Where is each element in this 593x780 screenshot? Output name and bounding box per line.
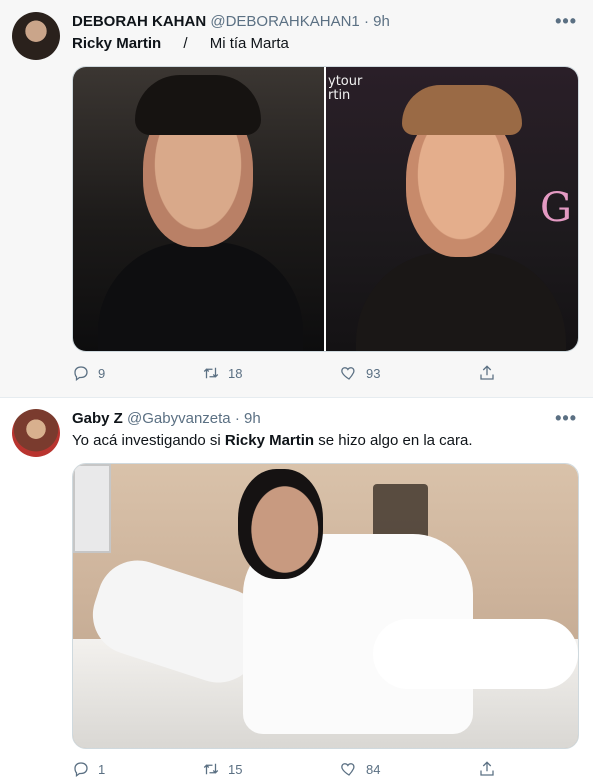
tweet-actions: 9 18 93 xyxy=(72,364,577,384)
retweet-count: 18 xyxy=(228,365,243,381)
tweet-media[interactable] xyxy=(72,463,579,749)
tweet-text-separator: / xyxy=(183,35,188,52)
handle[interactable]: @Gabyvanzeta xyxy=(127,410,231,427)
media-image-left[interactable] xyxy=(73,67,324,351)
share-icon xyxy=(480,761,494,776)
display-name[interactable]: DEBORAH KAHAN xyxy=(72,13,206,30)
tweet-header: DEBORAH KAHAN @DEBORAHKAHAN1 · 9h xyxy=(72,12,390,32)
like-icon xyxy=(341,763,355,776)
media-image[interactable] xyxy=(73,464,578,748)
timestamp[interactable]: 9h xyxy=(373,13,390,30)
avatar[interactable] xyxy=(12,12,60,60)
tweet[interactable]: DEBORAH KAHAN @DEBORAHKAHAN1 · 9h ••• Ri… xyxy=(0,0,593,398)
image-shape xyxy=(373,619,578,689)
tweet-text-part: Ricky Martin xyxy=(224,432,315,449)
tweet-text: Yo acá investigando si Ricky Martin se h… xyxy=(72,431,473,451)
tweet-actions: 1 15 84 xyxy=(72,760,577,780)
display-name[interactable]: Gaby Z⁣ xyxy=(72,410,123,427)
share-button[interactable] xyxy=(478,760,496,778)
separator-dot: · xyxy=(234,410,240,427)
more-icon[interactable]: ••• xyxy=(555,409,577,427)
avatar[interactable] xyxy=(12,409,60,457)
reply-button[interactable]: 1 xyxy=(72,760,105,778)
image-shape xyxy=(98,242,303,351)
like-button[interactable]: 93 xyxy=(340,364,380,382)
tweet[interactable]: Gaby Z⁣ @Gabyvanzeta · 9h ••• Yo acá inv… xyxy=(0,398,593,778)
tweet-header: Gaby Z⁣ @Gabyvanzeta · 9h xyxy=(72,409,261,429)
tweet-media[interactable]: ytour rtin G xyxy=(72,66,579,352)
handle[interactable]: @DEBORAHKAHAN1 xyxy=(210,13,359,30)
reply-icon xyxy=(74,762,88,778)
reply-count: 1 xyxy=(98,761,106,777)
retweet-button[interactable]: 15 xyxy=(202,760,242,778)
reply-button[interactable]: 9 xyxy=(72,364,105,382)
media-image-right[interactable]: ytour rtin G xyxy=(326,67,578,351)
image-shape xyxy=(373,484,428,539)
tweet-text-part: Mi tía Marta xyxy=(209,35,289,52)
retweet-icon xyxy=(203,367,219,379)
timestamp[interactable]: 9h xyxy=(244,410,261,427)
image-shape xyxy=(238,469,323,579)
image-overlay-text: ytour rtin xyxy=(328,74,363,103)
more-icon[interactable]: ••• xyxy=(555,12,577,30)
image-shape xyxy=(135,75,261,135)
reply-count: 9 xyxy=(98,365,106,381)
tweet-text: Ricky Martin / Mi tía Marta xyxy=(72,34,289,54)
share-button[interactable] xyxy=(478,364,496,382)
tweet-text-part: se hizo algo en la cara. xyxy=(314,432,473,449)
image-shape xyxy=(356,252,566,351)
retweet-icon xyxy=(203,763,219,775)
image-shape xyxy=(402,85,522,135)
tweet-text-part: Ricky Martin xyxy=(72,35,162,52)
like-count: 93 xyxy=(366,365,381,381)
image-shape xyxy=(73,464,111,553)
like-count: 84 xyxy=(366,761,381,777)
like-icon xyxy=(341,367,355,380)
retweet-count: 15 xyxy=(228,761,243,777)
separator-dot: · xyxy=(363,13,369,30)
like-button[interactable]: 84 xyxy=(340,760,380,778)
reply-icon xyxy=(74,366,88,382)
share-icon xyxy=(480,365,494,380)
image-overlay-glyph: G xyxy=(540,185,572,231)
tweet-text-part: Yo acá investigando si xyxy=(72,432,225,449)
retweet-button[interactable]: 18 xyxy=(202,364,242,382)
